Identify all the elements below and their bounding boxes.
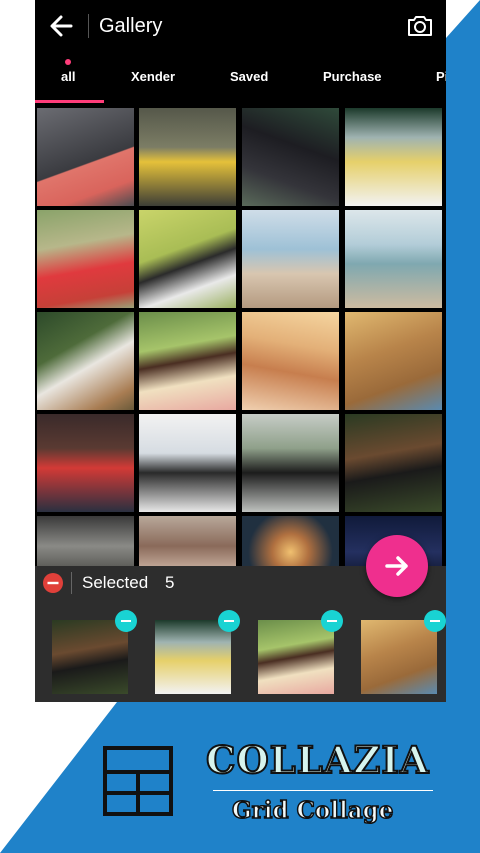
phone-screen: Gallery all Xender Saved Purchase Pi	[35, 0, 446, 702]
photo-thumbnail[interactable]	[37, 516, 134, 566]
selected-count: 5	[165, 573, 175, 592]
selected-photos-tray	[35, 600, 446, 702]
selected-thumbnail[interactable]	[258, 620, 334, 694]
photo-thumbnail[interactable]	[139, 312, 236, 410]
photo-thumbnail[interactable]	[37, 414, 134, 512]
page-title: Gallery	[99, 15, 163, 37]
photo-thumbnail[interactable]	[242, 108, 339, 206]
photo-thumbnail[interactable]	[139, 516, 236, 566]
photo-grid	[35, 104, 446, 566]
photo-thumbnail[interactable]	[242, 414, 339, 512]
camera-icon[interactable]	[406, 13, 434, 39]
photo-thumbnail[interactable]	[345, 108, 442, 206]
brand-subtitle: Grid Collage	[231, 796, 394, 825]
brand-title: COLLAZIA	[205, 737, 430, 783]
tab-pi[interactable]: Pi	[436, 69, 446, 84]
selected-thumbnail[interactable]	[155, 620, 231, 694]
tab-purchase[interactable]: Purchase	[323, 69, 382, 84]
brand-divider	[213, 790, 433, 791]
photo-thumbnail[interactable]	[345, 210, 442, 308]
photo-thumbnail[interactable]	[242, 516, 339, 566]
next-button[interactable]	[366, 535, 428, 597]
tab-underline	[35, 100, 104, 103]
photo-thumbnail[interactable]	[345, 414, 442, 512]
collage-grid-logo-icon	[103, 746, 173, 816]
remove-photo-icon[interactable]	[424, 610, 446, 632]
remove-photo-icon[interactable]	[115, 610, 137, 632]
photo-thumbnail[interactable]	[139, 414, 236, 512]
clear-selection-icon[interactable]	[43, 573, 63, 593]
arrow-right-icon	[385, 556, 408, 576]
photo-thumbnail[interactable]	[37, 108, 134, 206]
photo-thumbnail[interactable]	[345, 312, 442, 410]
tab-xender[interactable]: Xender	[131, 69, 175, 84]
back-arrow-icon[interactable]	[47, 13, 75, 39]
photo-thumbnail[interactable]	[37, 312, 134, 410]
app-bar: Gallery	[35, 0, 446, 52]
photo-thumbnail[interactable]	[139, 210, 236, 308]
photo-thumbnail[interactable]	[242, 312, 339, 410]
remove-photo-icon[interactable]	[321, 610, 343, 632]
tab-bar: all Xender Saved Purchase Pi	[35, 52, 446, 104]
photo-thumbnail[interactable]	[242, 210, 339, 308]
app-bar-divider	[88, 14, 89, 38]
selected-label: Selected	[82, 573, 149, 592]
tab-saved[interactable]: Saved	[230, 69, 268, 84]
photo-thumbnail[interactable]	[139, 108, 236, 206]
tab-indicator-dot	[65, 59, 71, 65]
selection-divider	[71, 572, 72, 594]
tab-all[interactable]: all	[61, 69, 75, 84]
selected-thumbnail[interactable]	[52, 620, 128, 694]
remove-photo-icon[interactable]	[218, 610, 240, 632]
selected-thumbnail[interactable]	[361, 620, 437, 694]
photo-thumbnail[interactable]	[37, 210, 134, 308]
